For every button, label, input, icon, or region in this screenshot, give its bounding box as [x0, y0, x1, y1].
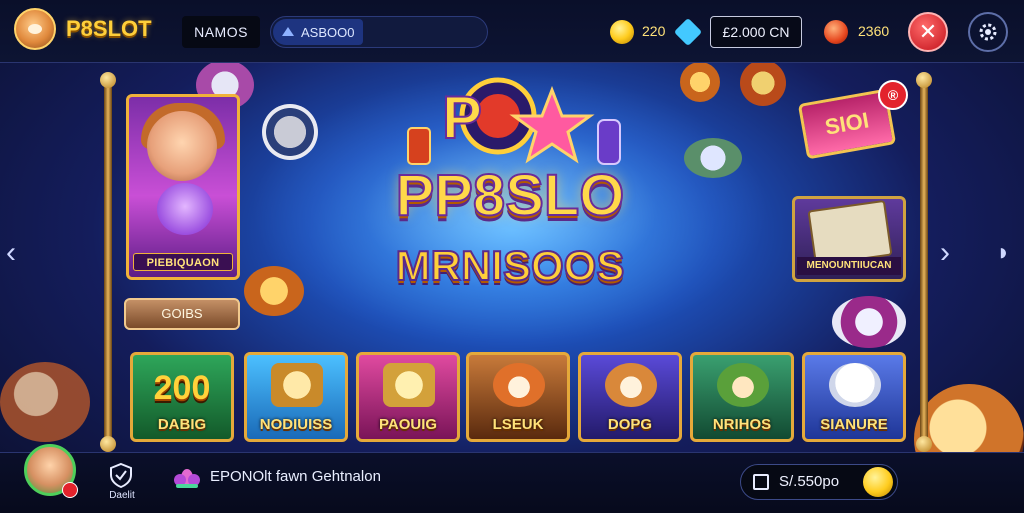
game-tile-label: DABIG: [157, 416, 207, 433]
scroll-icon: [271, 363, 323, 407]
lotus-icon: [174, 469, 200, 488]
pet-mascot-icon: [157, 183, 213, 235]
frame-pole-cap: [916, 72, 932, 88]
game-tile[interactable]: SIANURE: [802, 352, 906, 442]
settings-button[interactable]: [968, 12, 1008, 52]
close-icon: ✕: [918, 19, 938, 44]
news-ticker: EPONOlt fawn Gehtnalon: [210, 468, 381, 485]
ghost-mascot-icon: [829, 363, 881, 407]
coin-balance: 220: [642, 23, 666, 39]
profile-badge: [62, 482, 78, 498]
game-tile[interactable]: NRIHOS: [690, 352, 794, 442]
username-badge[interactable]: NAMOS: [182, 16, 260, 48]
hero-emblem-icon: P: [407, 77, 621, 165]
game-tile-label: DOPG: [607, 416, 653, 433]
shield-icon[interactable]: [108, 462, 134, 488]
chip-decoration: [680, 62, 720, 102]
coin-icon[interactable]: [863, 467, 893, 497]
frame-pole-cap: [100, 72, 116, 88]
chip-decoration: [684, 138, 742, 178]
featured-game-card[interactable]: PIEBIQUAON: [126, 94, 240, 280]
gem-icon: [673, 17, 703, 47]
brand-mascot-icon: [14, 8, 56, 50]
shield-label: Daelit: [109, 490, 135, 501]
frame-pole-left: [104, 80, 112, 446]
game-tile-label: NRIHOS: [712, 416, 772, 433]
dog-mascot-icon: [605, 363, 657, 407]
game-tile[interactable]: NODIUISS: [244, 352, 348, 442]
wallet-icon: [753, 474, 769, 490]
ruby-icon: [824, 20, 848, 44]
promo-card-label: MENOUNTIIUCAN: [797, 257, 901, 275]
balance-pill[interactable]: S/.550po: [740, 464, 898, 500]
search-bar[interactable]: [270, 16, 488, 48]
featured-game-label: PIEBIQUAON: [133, 253, 233, 271]
gear-icon: [979, 23, 997, 41]
notification-badge[interactable]: ®: [878, 80, 908, 110]
brand-title: P8SLOT: [66, 16, 152, 41]
game-tile[interactable]: 200 DABIG: [130, 352, 234, 442]
hero-title: PP8SLO: [395, 163, 626, 229]
promo-game-card[interactable]: MENOUNTIIUCAN: [792, 196, 906, 282]
chip-decoration: [740, 60, 786, 106]
chip-decoration: [0, 362, 90, 442]
game-tile-label: NODIUISS: [259, 416, 333, 433]
scroll-icon: [383, 363, 435, 407]
character-portrait: [147, 111, 217, 181]
svg-text:P: P: [442, 84, 482, 151]
cash-balance[interactable]: £2.000 CN: [710, 16, 802, 48]
game-tile[interactable]: PAOUIG: [356, 352, 460, 442]
game-tile-label: SIANURE: [820, 416, 888, 433]
chevron-left-icon[interactable]: ‹: [6, 238, 16, 268]
next-page-button[interactable]: ◗: [996, 238, 1011, 268]
top-bar: P8SLOT NAMOS 220 £2.000 CN 2360 ✕: [0, 0, 1024, 63]
game-tile[interactable]: LSEUK: [466, 352, 570, 442]
chip-decoration: [244, 266, 304, 316]
frog-mascot-icon: [717, 363, 769, 407]
search-input[interactable]: [301, 17, 401, 47]
game-tile[interactable]: DOPG: [578, 352, 682, 442]
close-button[interactable]: ✕: [908, 12, 948, 52]
game-tile-amount: 200: [153, 369, 211, 407]
balance-amount: S/.550po: [779, 473, 840, 490]
search-icon: [282, 27, 294, 36]
frame-pole-cap: [916, 436, 932, 452]
game-tile-label: LSEUK: [492, 416, 544, 433]
game-tile-label: PAOUIG: [378, 416, 438, 433]
frame-pole-right: [920, 80, 928, 446]
fox-mascot-icon: [493, 363, 545, 407]
frame-pole-cap: [100, 436, 116, 452]
ruby-balance: 2360: [858, 23, 890, 39]
chip-decoration: [832, 296, 906, 348]
hero-subtitle: MRNISOOS: [395, 241, 626, 290]
chip-decoration: [262, 104, 318, 160]
featured-ribbon-button[interactable]: GOIBS: [124, 298, 240, 330]
coin-icon: [610, 20, 634, 44]
chevron-right-icon[interactable]: ›: [940, 238, 950, 268]
